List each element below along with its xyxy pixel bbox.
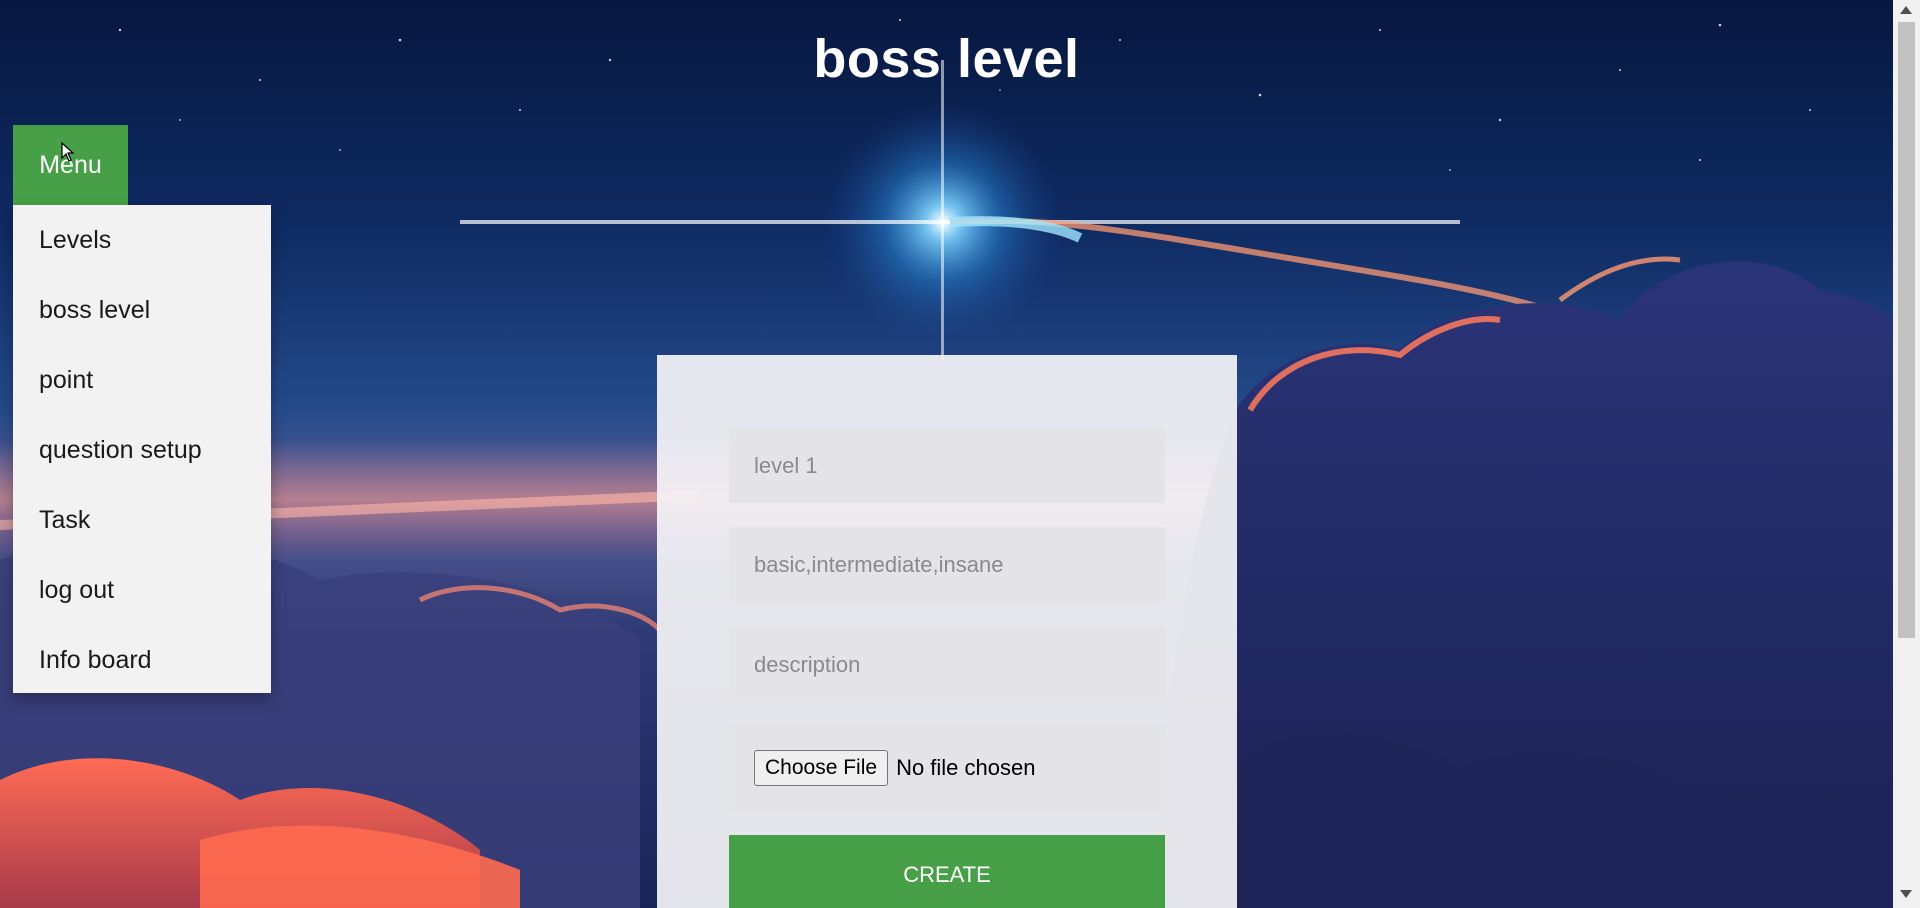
menu-button[interactable]: Menu xyxy=(13,125,128,205)
menu-item-boss-level[interactable]: boss level xyxy=(13,275,271,345)
create-button[interactable]: CREATE xyxy=(729,835,1165,908)
mouse-pointer-icon xyxy=(61,142,75,162)
menu-dropdown: Levels boss level point question setup T… xyxy=(13,205,271,693)
file-status-text: No file chosen xyxy=(896,755,1036,780)
menu-item-task[interactable]: Task xyxy=(13,485,271,555)
create-level-form: Choose File No file chosen CREATE xyxy=(657,355,1237,908)
page-root: boss level Menu Levels boss level point … xyxy=(0,0,1920,908)
menu-item-point[interactable]: point xyxy=(13,345,271,415)
difficulty-input[interactable] xyxy=(729,527,1165,602)
choose-file-button[interactable]: Choose File xyxy=(754,750,889,786)
file-upload-field: Choose File No file chosen xyxy=(729,726,1165,810)
menu-item-question-setup[interactable]: question setup xyxy=(13,415,271,485)
scrollbar-thumb[interactable] xyxy=(1898,22,1915,638)
scroll-up-arrow-icon[interactable] xyxy=(1900,6,1912,14)
scroll-down-arrow-icon[interactable] xyxy=(1900,890,1912,898)
level-input[interactable] xyxy=(729,428,1165,503)
menu-item-levels[interactable]: Levels xyxy=(13,205,271,275)
menu-item-log-out[interactable]: log out xyxy=(13,555,271,625)
vertical-scrollbar[interactable] xyxy=(1893,0,1920,908)
menu-item-info-board[interactable]: Info board xyxy=(13,625,271,695)
page-title: boss level xyxy=(813,29,1080,89)
description-input[interactable] xyxy=(729,627,1165,702)
